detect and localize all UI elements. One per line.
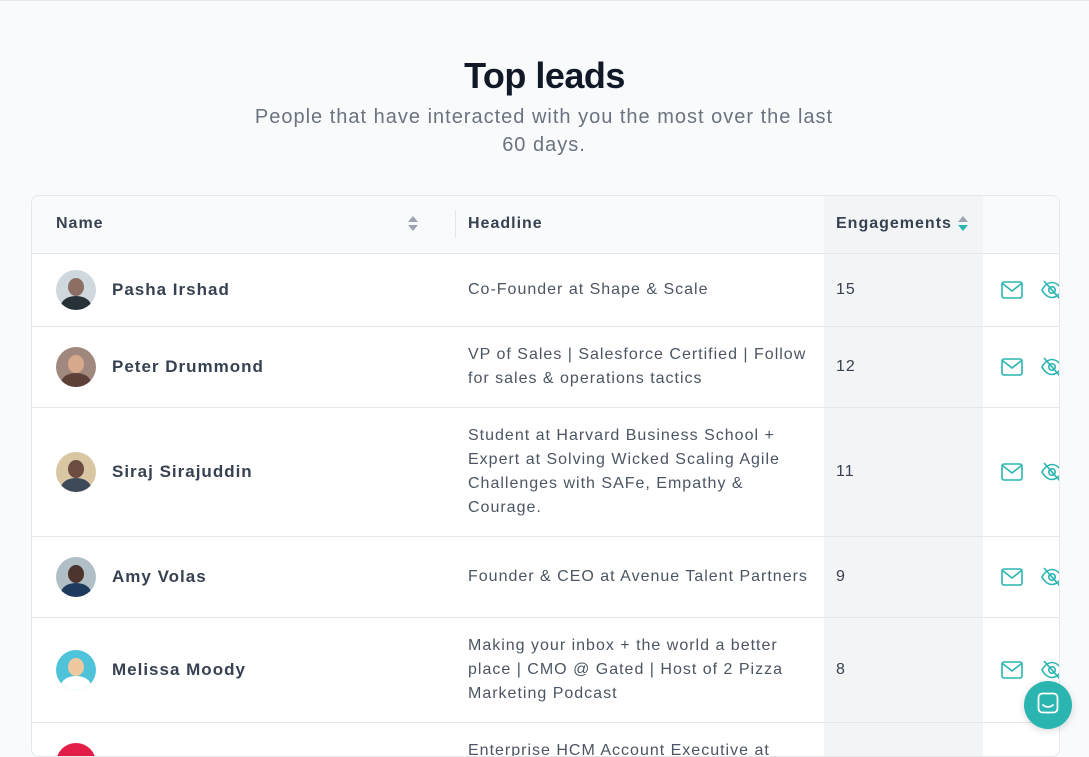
hide-icon[interactable] (1041, 567, 1060, 587)
lead-engagements (824, 722, 983, 757)
mail-icon[interactable] (1001, 281, 1023, 299)
column-header-actions (983, 196, 1060, 253)
lead-headline: Student at Harvard Business School + Exp… (456, 407, 824, 536)
lead-name[interactable]: Amy Volas (112, 565, 207, 589)
hide-icon[interactable] (1041, 660, 1060, 680)
table-row: Enterprise HCM Account Executive at (32, 722, 1060, 757)
table-row: Siraj Sirajuddin Student at Harvard Busi… (32, 407, 1060, 536)
mail-icon[interactable] (1001, 661, 1023, 679)
page-subtitle: People that have interacted with you the… (244, 103, 844, 159)
column-header-engagements-label: Engagements (836, 215, 952, 232)
avatar (56, 452, 96, 492)
sort-descending-icon[interactable] (958, 216, 968, 234)
chat-launcher-button[interactable] (1024, 681, 1072, 729)
table-row: Pasha Irshad Co-Founder at Shape & Scale… (32, 253, 1060, 326)
lead-name[interactable]: Peter Drummond (112, 355, 264, 379)
lead-engagements: 12 (824, 326, 983, 407)
lead-name[interactable]: Melissa Moody (112, 658, 246, 682)
column-header-name[interactable]: Name (32, 196, 456, 253)
column-header-headline: Headline (456, 196, 824, 253)
avatar (56, 650, 96, 690)
lead-headline: Enterprise HCM Account Executive at (456, 722, 824, 757)
lead-engagements: 9 (824, 536, 983, 617)
avatar (56, 347, 96, 387)
table-row: Melissa Moody Making your inbox + the wo… (32, 617, 1060, 722)
hide-icon[interactable] (1041, 280, 1060, 300)
mail-icon[interactable] (1001, 463, 1023, 481)
avatar (56, 743, 96, 757)
sort-icon[interactable] (408, 216, 418, 234)
lead-headline: Co-Founder at Shape & Scale (456, 253, 824, 326)
table-row: Amy Volas Founder & CEO at Avenue Talent… (32, 536, 1060, 617)
lead-engagements: 8 (824, 617, 983, 722)
table-row: Peter Drummond VP of Sales | Salesforce … (32, 326, 1060, 407)
column-header-engagements[interactable]: Engagements (824, 196, 983, 253)
lead-headline: Making your inbox + the world a better p… (456, 617, 824, 722)
page-title: Top leads (0, 54, 1089, 98)
table-header-row: Name Headline Engagements (32, 196, 1060, 253)
leads-table-card: Name Headline Engagements (31, 195, 1060, 757)
lead-name[interactable]: Pasha Irshad (112, 278, 230, 302)
avatar (56, 557, 96, 597)
leads-table: Name Headline Engagements (32, 196, 1060, 757)
lead-name[interactable]: Siraj Sirajuddin (112, 460, 253, 484)
lead-engagements: 11 (824, 407, 983, 536)
column-header-headline-label: Headline (468, 215, 543, 232)
hide-icon[interactable] (1041, 357, 1060, 377)
top-divider (0, 0, 1089, 1)
avatar (56, 270, 96, 310)
hide-icon[interactable] (1041, 462, 1060, 482)
mail-icon[interactable] (1001, 358, 1023, 376)
lead-headline: VP of Sales | Salesforce Certified | Fol… (456, 326, 824, 407)
chat-icon (1037, 692, 1059, 719)
lead-headline: Founder & CEO at Avenue Talent Partners (456, 536, 824, 617)
mail-icon[interactable] (1001, 568, 1023, 586)
column-header-name-label: Name (56, 215, 104, 232)
lead-engagements: 15 (824, 253, 983, 326)
